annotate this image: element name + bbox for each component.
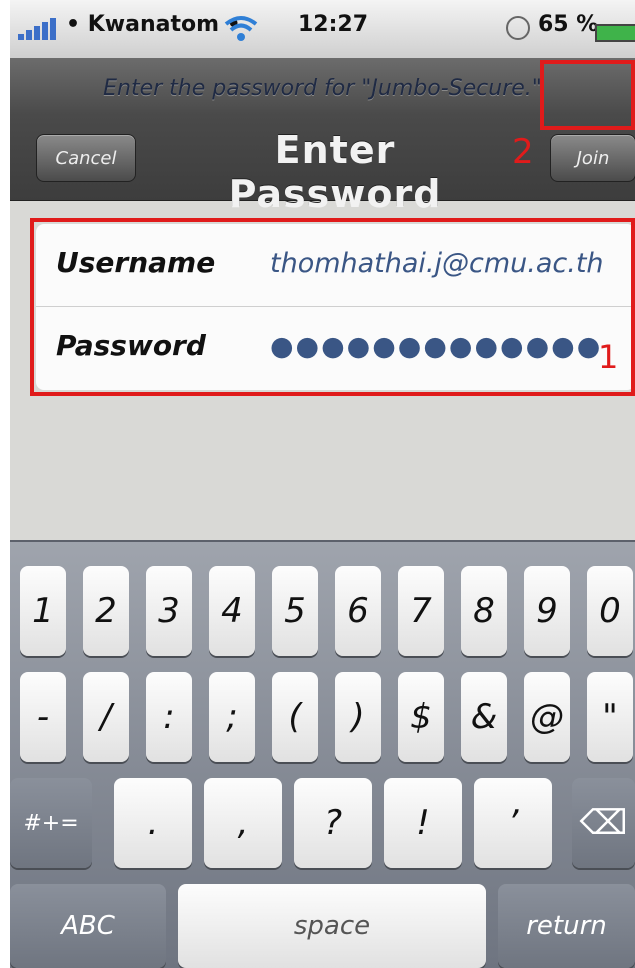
status-bar: • Kwanatom • 12:27 65 % <box>10 0 635 59</box>
iphone-screen: • Kwanatom • 12:27 65 % Enter the passwo… <box>10 0 635 968</box>
key-8[interactable]: 8 <box>461 566 507 656</box>
key-4[interactable]: 4 <box>209 566 255 656</box>
carrier-name: • Kwanatom • <box>66 12 241 37</box>
key-question[interactable]: ? <box>294 778 372 868</box>
on-screen-keyboard: 1 2 3 4 5 6 7 8 9 0 - / : ; ( ) $ & @ " … <box>10 540 635 968</box>
key-7[interactable]: 7 <box>398 566 444 656</box>
key-dollar[interactable]: $ <box>398 672 444 762</box>
key-ampersand[interactable]: & <box>461 672 507 762</box>
key-more-symbols[interactable]: #+= <box>10 778 92 868</box>
return-key[interactable]: return <box>498 884 635 968</box>
key-5[interactable]: 5 <box>272 566 318 656</box>
battery-icon <box>595 24 635 42</box>
key-exclamation[interactable]: ! <box>384 778 462 868</box>
key-apostrophe[interactable]: ’ <box>474 778 552 868</box>
key-semicolon[interactable]: ; <box>209 672 255 762</box>
step-2-annotation: 2 <box>512 132 534 172</box>
form-highlight <box>30 218 635 396</box>
key-open-paren[interactable]: ( <box>272 672 318 762</box>
rotation-lock-icon <box>506 16 530 40</box>
key-colon[interactable]: : <box>146 672 192 762</box>
key-3[interactable]: 3 <box>146 566 192 656</box>
join-button[interactable]: Join <box>550 134 635 182</box>
key-2[interactable]: 2 <box>83 566 129 656</box>
space-key[interactable]: space <box>178 884 486 968</box>
key-0[interactable]: 0 <box>587 566 633 656</box>
status-time: 12:27 <box>298 12 369 37</box>
key-abc[interactable]: ABC <box>10 884 166 968</box>
key-1[interactable]: 1 <box>20 566 66 656</box>
key-6[interactable]: 6 <box>335 566 381 656</box>
key-hyphen[interactable]: - <box>20 672 66 762</box>
key-slash[interactable]: / <box>83 672 129 762</box>
key-at[interactable]: @ <box>524 672 570 762</box>
key-quote[interactable]: " <box>587 672 633 762</box>
key-comma[interactable]: , <box>204 778 282 868</box>
backspace-icon[interactable]: ⌫ <box>572 778 635 868</box>
join-button-highlight <box>540 60 635 130</box>
cancel-button[interactable]: Cancel <box>36 134 136 182</box>
step-1-annotation: 1 <box>598 338 619 376</box>
battery-percent: 65 % <box>538 12 599 37</box>
wifi-icon <box>224 16 258 41</box>
key-close-paren[interactable]: ) <box>335 672 381 762</box>
key-period[interactable]: . <box>114 778 192 868</box>
page-title: Enter Password <box>228 128 442 216</box>
signal-strength-icon <box>18 18 62 40</box>
key-9[interactable]: 9 <box>524 566 570 656</box>
